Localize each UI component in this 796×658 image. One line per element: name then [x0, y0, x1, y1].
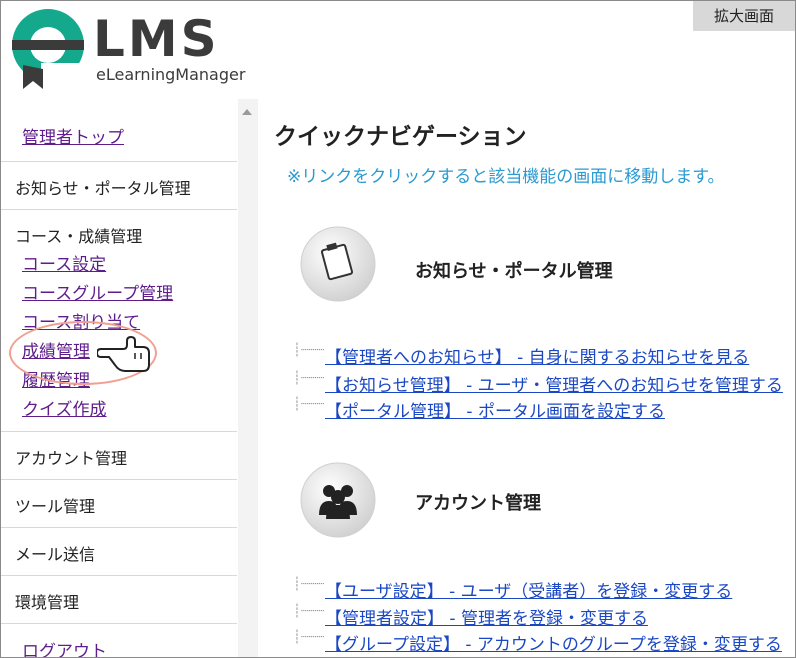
page-title: クイックナビゲーション — [274, 124, 527, 150]
scroll-up-icon[interactable] — [242, 109, 252, 115]
section-title-account: アカウント管理 — [415, 493, 541, 514]
quick-link-portal-management[interactable]: 【ポータル管理】 - ポータル画面を設定する — [325, 397, 665, 422]
main-content: クイックナビゲーション ※リンクをクリックすると該当機能の画面に移動します。 お… — [259, 99, 795, 657]
quick-link-group-settings[interactable]: 【グループ設定】 - アカウントのグループを登録・変更する — [325, 630, 782, 655]
users-icon — [300, 462, 376, 538]
tree-line: ┊┈┈┈ — [293, 343, 325, 358]
sidebar-section-course-grade: コース・成績管理 コース設定 コースグループ管理 コース割り当て 成績管理 履歴… — [1, 209, 237, 432]
sidebar-scrollbar[interactable] — [238, 99, 258, 657]
tree-line: ┊┈┈┈ — [293, 371, 325, 386]
sidebar-label-account: アカウント管理 — [15, 449, 128, 468]
sidebar-link-quiz-create[interactable]: クイズ作成 — [22, 395, 107, 420]
tree-line: ┊┈┈┈ — [293, 397, 325, 412]
sidebar-link-course-group[interactable]: コースグループ管理 — [22, 279, 173, 304]
section-title-notice-portal: お知らせ・ポータル管理 — [415, 261, 613, 282]
sidebar-link-logout[interactable]: ログアウト — [22, 637, 107, 657]
header: LMS eLearningManager — [1, 1, 271, 99]
sidebar-item-notice-portal[interactable]: お知らせ・ポータル管理 — [1, 161, 237, 210]
zoom-button[interactable]: 拡大画面 — [693, 1, 795, 31]
sidebar-link-course-settings[interactable]: コース設定 — [22, 250, 106, 275]
logo-subtitle: eLearningManager — [96, 65, 246, 84]
sidebar-item-account[interactable]: アカウント管理 — [1, 431, 237, 480]
sidebar-item-mail[interactable]: メール送信 — [1, 527, 237, 576]
clipboard-icon — [300, 226, 376, 302]
sidebar-item-environment[interactable]: 環境管理 — [1, 575, 237, 624]
tree-line: ┊┈┈┈ — [293, 630, 325, 645]
quick-link-notice-management[interactable]: 【お知らせ管理】 - ユーザ・管理者へのお知らせを管理する — [325, 371, 783, 396]
logo-text: LMS — [93, 10, 220, 68]
sidebar-label-notice-portal: お知らせ・ポータル管理 — [15, 179, 191, 198]
pointing-hand-icon — [97, 336, 150, 372]
quick-link-admin-notice[interactable]: 【管理者へのお知らせ】 - 自身に関するお知らせを見る — [325, 343, 749, 368]
quick-link-admin-settings[interactable]: 【管理者設定】 - 管理者を登録・変更する — [325, 604, 648, 629]
tree-line: ┊┈┈┈ — [293, 604, 325, 619]
elms-logo-icon — [12, 9, 84, 89]
sidebar-section-admin-top: 管理者トップ — [1, 99, 237, 162]
sidebar-heading-course-grade: コース・成績管理 — [15, 227, 143, 246]
sidebar-link-admin-top[interactable]: 管理者トップ — [22, 123, 124, 148]
tree-line: ┊┈┈┈ — [293, 577, 325, 592]
sidebar-label-tools: ツール管理 — [15, 497, 96, 516]
quick-link-user-settings[interactable]: 【ユーザ設定】 - ユーザ（受講者）を登録・変更する — [325, 577, 732, 602]
sidebar-item-tools[interactable]: ツール管理 — [1, 479, 237, 528]
instruction-note: ※リンクをクリックすると該当機能の画面に移動します。 — [287, 167, 725, 187]
app-window: LMS eLearningManager 拡大画面 管理者トップ お知らせ・ポー… — [0, 0, 796, 658]
sidebar-label-mail: メール送信 — [15, 545, 96, 564]
sidebar-label-environment: 環境管理 — [15, 593, 80, 612]
